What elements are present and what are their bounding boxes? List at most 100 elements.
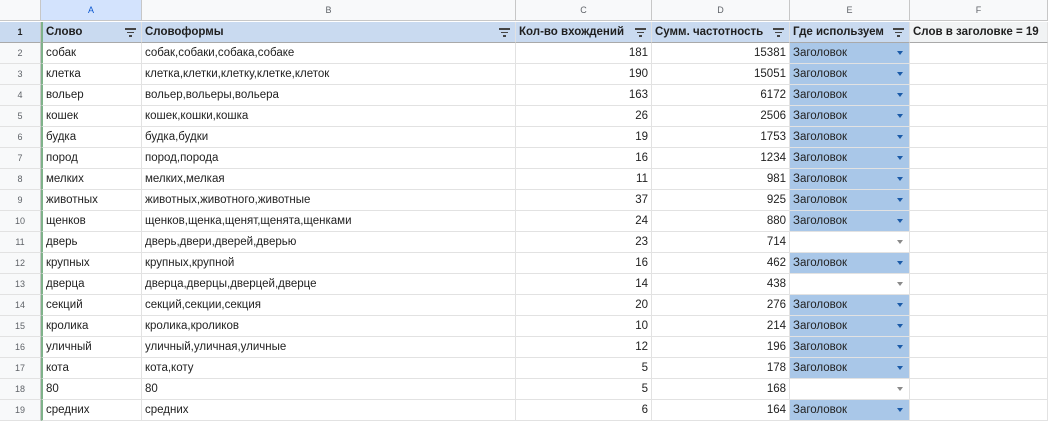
dropdown-arrow-icon[interactable]: [897, 324, 903, 328]
cell-freq[interactable]: 1234: [652, 148, 790, 169]
cell-count[interactable]: 5: [516, 379, 652, 400]
cell-where-dropdown[interactable]: Заголовок: [790, 169, 910, 190]
cell-empty[interactable]: [910, 400, 1048, 421]
row-number[interactable]: 2: [0, 43, 41, 64]
cell-where-dropdown[interactable]: Заголовок: [790, 211, 910, 232]
cell-freq[interactable]: 168: [652, 379, 790, 400]
header-cell-title-count[interactable]: Слов в заголовке = 19: [910, 22, 1048, 43]
cell-count[interactable]: 19: [516, 127, 652, 148]
cell-freq[interactable]: 925: [652, 190, 790, 211]
cell-empty[interactable]: [910, 379, 1048, 400]
cell-forms[interactable]: клетка,клетки,клетку,клетке,клеток: [142, 64, 516, 85]
cell-freq[interactable]: 214: [652, 316, 790, 337]
cell-where-dropdown[interactable]: [790, 379, 910, 400]
cell-word[interactable]: кота: [41, 358, 142, 379]
cell-empty[interactable]: [910, 148, 1048, 169]
cell-freq[interactable]: 196: [652, 337, 790, 358]
cell-freq[interactable]: 15381: [652, 43, 790, 64]
cell-forms[interactable]: секций,секции,секция: [142, 295, 516, 316]
cell-freq[interactable]: 276: [652, 295, 790, 316]
cell-freq[interactable]: 462: [652, 253, 790, 274]
cell-forms[interactable]: крупных,крупной: [142, 253, 516, 274]
dropdown-arrow-icon[interactable]: [897, 282, 903, 286]
dropdown-arrow-icon[interactable]: [897, 93, 903, 97]
dropdown-arrow-icon[interactable]: [897, 261, 903, 265]
cell-where-dropdown[interactable]: Заголовок: [790, 43, 910, 64]
cell-empty[interactable]: [910, 295, 1048, 316]
cell-freq[interactable]: 2506: [652, 106, 790, 127]
dropdown-arrow-icon[interactable]: [897, 387, 903, 391]
row-number[interactable]: 9: [0, 190, 41, 211]
cell-freq[interactable]: 880: [652, 211, 790, 232]
cell-word[interactable]: кошек: [41, 106, 142, 127]
cell-empty[interactable]: [910, 106, 1048, 127]
cell-word[interactable]: крупных: [41, 253, 142, 274]
column-header-b[interactable]: B: [142, 0, 516, 21]
dropdown-arrow-icon[interactable]: [897, 135, 903, 139]
row-number[interactable]: 1: [0, 22, 41, 43]
cell-count[interactable]: 163: [516, 85, 652, 106]
cell-forms[interactable]: мелких,мелкая: [142, 169, 516, 190]
cell-where-dropdown[interactable]: Заголовок: [790, 253, 910, 274]
cell-count[interactable]: 26: [516, 106, 652, 127]
dropdown-arrow-icon[interactable]: [897, 366, 903, 370]
cell-empty[interactable]: [910, 211, 1048, 232]
cell-freq[interactable]: 15051: [652, 64, 790, 85]
cell-empty[interactable]: [910, 232, 1048, 253]
cell-word[interactable]: вольер: [41, 85, 142, 106]
cell-forms[interactable]: дверца,дверцы,дверцей,дверце: [142, 274, 516, 295]
dropdown-arrow-icon[interactable]: [897, 72, 903, 76]
cell-word[interactable]: пород: [41, 148, 142, 169]
cell-freq[interactable]: 714: [652, 232, 790, 253]
cell-empty[interactable]: [910, 316, 1048, 337]
header-cell-forms[interactable]: Словоформы: [142, 22, 516, 43]
row-number[interactable]: 18: [0, 379, 41, 400]
row-number[interactable]: 19: [0, 400, 41, 421]
cell-empty[interactable]: [910, 64, 1048, 85]
cell-where-dropdown[interactable]: Заголовок: [790, 148, 910, 169]
cell-forms[interactable]: собак,собаки,собака,собаке: [142, 43, 516, 64]
cell-forms[interactable]: кролика,кроликов: [142, 316, 516, 337]
cell-forms[interactable]: средних: [142, 400, 516, 421]
filter-icon[interactable]: [635, 28, 646, 37]
cell-word[interactable]: уличный: [41, 337, 142, 358]
cell-forms[interactable]: пород,порода: [142, 148, 516, 169]
column-header-c[interactable]: C: [516, 0, 652, 21]
cell-freq[interactable]: 164: [652, 400, 790, 421]
cell-word[interactable]: щенков: [41, 211, 142, 232]
filter-icon[interactable]: [125, 28, 136, 37]
cell-forms[interactable]: кошек,кошки,кошка: [142, 106, 516, 127]
cell-count[interactable]: 5: [516, 358, 652, 379]
cell-word[interactable]: клетка: [41, 64, 142, 85]
cell-freq[interactable]: 178: [652, 358, 790, 379]
cell-count[interactable]: 11: [516, 169, 652, 190]
cell-where-dropdown[interactable]: Заголовок: [790, 295, 910, 316]
cell-forms[interactable]: 80: [142, 379, 516, 400]
row-number[interactable]: 5: [0, 106, 41, 127]
filter-icon[interactable]: [499, 28, 510, 37]
cell-forms[interactable]: дверь,двери,дверей,дверью: [142, 232, 516, 253]
dropdown-arrow-icon[interactable]: [897, 240, 903, 244]
dropdown-arrow-icon[interactable]: [897, 219, 903, 223]
cell-word[interactable]: секций: [41, 295, 142, 316]
cell-empty[interactable]: [910, 337, 1048, 358]
row-number[interactable]: 12: [0, 253, 41, 274]
column-header-d[interactable]: D: [652, 0, 790, 21]
dropdown-arrow-icon[interactable]: [897, 51, 903, 55]
cell-empty[interactable]: [910, 190, 1048, 211]
row-number[interactable]: 15: [0, 316, 41, 337]
column-header-e[interactable]: E: [790, 0, 910, 21]
cell-count[interactable]: 12: [516, 337, 652, 358]
cell-count[interactable]: 24: [516, 211, 652, 232]
cell-word[interactable]: средних: [41, 400, 142, 421]
cell-empty[interactable]: [910, 253, 1048, 274]
cell-count[interactable]: 6: [516, 400, 652, 421]
dropdown-arrow-icon[interactable]: [897, 408, 903, 412]
row-number[interactable]: 7: [0, 148, 41, 169]
row-number[interactable]: 10: [0, 211, 41, 232]
cell-word[interactable]: будка: [41, 127, 142, 148]
cell-where-dropdown[interactable]: Заголовок: [790, 337, 910, 358]
filter-icon[interactable]: [773, 28, 784, 37]
cell-where-dropdown[interactable]: [790, 274, 910, 295]
cell-empty[interactable]: [910, 274, 1048, 295]
